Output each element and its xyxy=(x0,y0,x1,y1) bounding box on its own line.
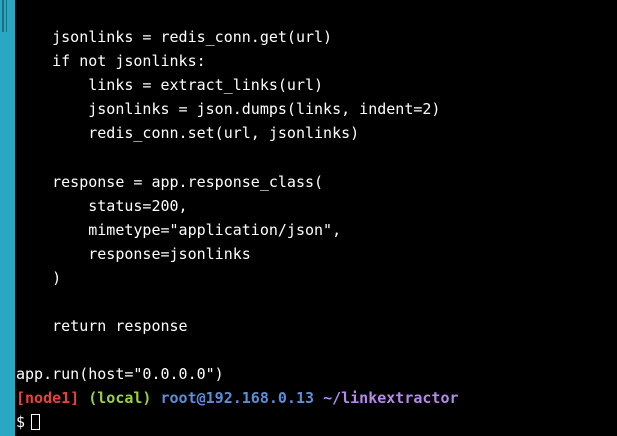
prompt-node: [node1] xyxy=(16,389,80,407)
code-line: app.run(host="0.0.0.0") xyxy=(16,365,224,384)
code-output: jsonlinks = redis_conn.get(url) if not j… xyxy=(16,25,440,386)
code-line: jsonlinks = json.dumps(links, indent=2) xyxy=(16,100,441,119)
code-line: status=200, xyxy=(16,196,188,215)
code-line: mimetype="application/json", xyxy=(16,220,342,239)
code-line: ) xyxy=(16,268,62,287)
code-line: redis_conn.set(url, jsonlinks) xyxy=(16,124,360,143)
code-line: response = app.response_class( xyxy=(16,172,324,191)
code-line: if not jsonlinks: xyxy=(16,52,206,71)
code-line: response=jsonlinks xyxy=(16,244,251,263)
prompt-env: (local) xyxy=(88,389,152,407)
text-cursor xyxy=(31,414,41,430)
terminal-window: jsonlinks = redis_conn.get(url) if not j… xyxy=(0,0,617,436)
side-bar-grip-line xyxy=(6,0,7,32)
prompt-path: ~/linkextractor xyxy=(323,389,459,407)
code-line: jsonlinks = redis_conn.get(url) xyxy=(16,28,333,46)
prompt-user-host: root@192.168.0.13 xyxy=(160,389,315,407)
side-bar-grip xyxy=(2,0,4,32)
terminal-pane[interactable]: jsonlinks = redis_conn.get(url) if not j… xyxy=(15,0,617,436)
code-line: links = extract_links(url) xyxy=(16,76,324,95)
shell-prompt: [node1] (local) root@192.168.0.13 ~/link… xyxy=(16,386,459,410)
code-line: return response xyxy=(16,317,188,336)
prompt-symbol: $ xyxy=(16,413,26,431)
session-side-bar[interactable] xyxy=(0,0,15,436)
command-line[interactable]: $ xyxy=(16,410,41,434)
